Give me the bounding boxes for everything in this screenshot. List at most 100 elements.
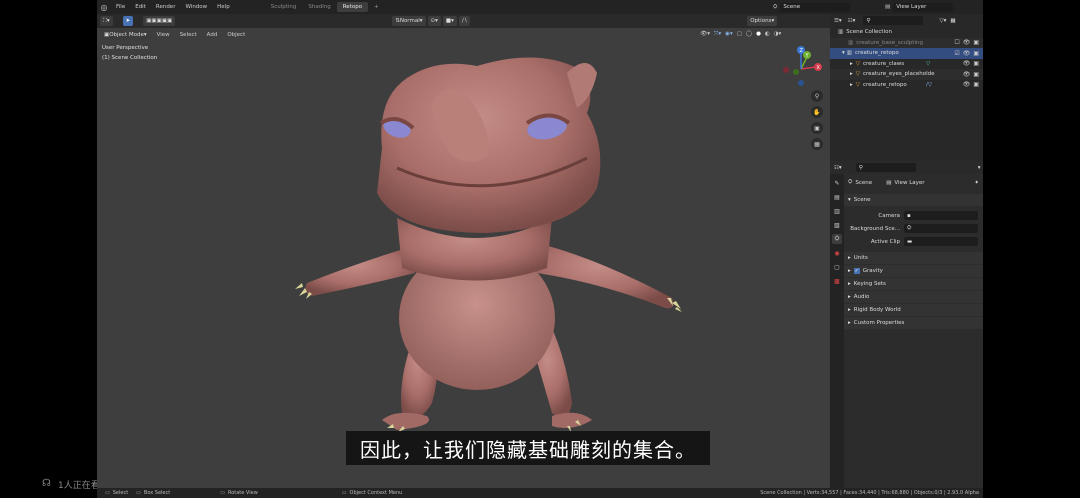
select-tool-icon[interactable]: ➤ xyxy=(122,16,134,26)
scene-selector[interactable]: ⛭ Scene xyxy=(773,2,881,12)
3d-viewport[interactable]: User Perspective (1) Scene Collection X … xyxy=(97,28,830,488)
pivot-dropdown[interactable]: ⊙▾ xyxy=(427,16,441,26)
eye-icon[interactable]: 👁 xyxy=(963,50,971,57)
menu-help[interactable]: Help xyxy=(217,4,230,10)
properties-type-icon[interactable]: ☷▾ xyxy=(834,165,842,171)
snap-toggle[interactable]: ■▾ xyxy=(442,16,457,26)
funnel-icon[interactable]: ▽▾ xyxy=(939,18,946,24)
proportional-edit-toggle[interactable]: ∕∖ xyxy=(458,16,471,26)
exclude-checkbox-icon[interactable]: ☐ xyxy=(954,39,959,46)
custom-properties-panel[interactable]: ▸ Custom Properties xyxy=(844,317,983,329)
outliner-item-label: creature_base_sculpting xyxy=(856,39,923,46)
outliner-item[interactable]: ▥ creature_base_sculpting ☐ 👁 ▣ xyxy=(830,37,983,48)
exclude-checkbox-icon[interactable]: ☑ xyxy=(954,50,959,57)
visibility-icon[interactable]: 👁▾ xyxy=(700,31,710,38)
chevron-down-icon[interactable]: ▾ xyxy=(978,165,981,171)
editor-type-icon[interactable]: ⛶▾ xyxy=(100,16,113,26)
visibility-controls: 👁 ▣ xyxy=(963,81,979,88)
rigid-body-world-panel[interactable]: ▸ Rigid Body World xyxy=(844,304,983,316)
audio-panel[interactable]: ▸ Audio xyxy=(844,291,983,303)
pan-hand-icon[interactable]: ✋ xyxy=(811,106,823,118)
gravity-panel[interactable]: ▸ ✓ Gravity xyxy=(844,265,983,277)
shading-wireframe-icon[interactable]: ◯ xyxy=(746,31,752,38)
menu-select[interactable]: Select xyxy=(180,32,197,38)
expand-icon[interactable]: ▸ xyxy=(850,71,853,77)
navigation-gizmo[interactable]: X Y Z xyxy=(780,45,822,90)
zoom-icon[interactable]: ⚲ xyxy=(811,90,823,102)
options-dropdown[interactable]: Options ▾ xyxy=(747,16,778,26)
gizmo-toggle-icon[interactable]: ⤧▾ xyxy=(714,31,721,38)
menu-window[interactable]: Window xyxy=(185,4,207,10)
shading-solid-icon[interactable]: ● xyxy=(756,31,761,38)
outliner-item[interactable]: ▸ ▽ creature_claws ▽ 👁 ▣ xyxy=(830,59,983,70)
camera-field[interactable]: ▪ xyxy=(904,211,978,220)
active-clip-field[interactable]: ▬ xyxy=(904,237,978,246)
camera-icon[interactable]: ▣ xyxy=(973,39,979,46)
camera-icon[interactable]: ▣ xyxy=(973,81,979,88)
blender-logo-icon[interactable]: ◎ xyxy=(97,0,111,14)
render-tab-icon[interactable]: ▤ xyxy=(832,192,842,202)
view-layer-selector[interactable]: ▤ View Layer xyxy=(885,2,981,12)
outliner-root-label: Scene Collection xyxy=(846,29,892,36)
menu-render[interactable]: Render xyxy=(156,4,176,10)
output-tab-icon[interactable]: ▥ xyxy=(832,206,842,216)
selection-mode-buttons[interactable]: ▣▣▣▣▣ xyxy=(143,16,176,26)
units-panel[interactable]: ▸ Units xyxy=(844,252,983,264)
add-workspace-button[interactable]: + xyxy=(368,2,385,12)
texture-tab-icon[interactable]: ▩ xyxy=(832,276,842,286)
ortho-grid-icon[interactable]: ▦ xyxy=(811,138,823,150)
background-scene-field[interactable]: ⛭ xyxy=(904,224,978,233)
scene-tab-icon[interactable]: ⛭ xyxy=(832,234,842,244)
gravity-checkbox[interactable]: ✓ xyxy=(853,268,860,274)
outliner-item[interactable]: ▸ ▽ creature_eyes_placeholde 👁 ▣ xyxy=(830,69,983,80)
tool-tab-icon[interactable]: ✎ xyxy=(832,178,842,188)
outliner-type-icon[interactable]: ☰▾ xyxy=(834,18,842,24)
keying-sets-panel[interactable]: ▸ Keying Sets xyxy=(844,278,983,290)
collection-tab-icon[interactable]: ▢ xyxy=(832,262,842,272)
camera-view-icon[interactable]: ▣ xyxy=(811,122,823,134)
scene-section-header[interactable]: ▾ Scene xyxy=(844,194,983,206)
eye-icon[interactable]: 👁 xyxy=(963,71,971,78)
scene-field[interactable]: Scene xyxy=(780,2,851,12)
camera-icon[interactable]: ▣ xyxy=(973,60,979,67)
expand-icon[interactable]: ▾ xyxy=(842,50,845,56)
outliner-root[interactable]: ▥ Scene Collection xyxy=(830,27,983,38)
expand-icon[interactable]: ▸ xyxy=(850,82,853,88)
new-collection-icon[interactable]: ▦ xyxy=(950,18,955,24)
filter-icon[interactable]: ☷▾ xyxy=(848,18,856,24)
menu-object[interactable]: Object xyxy=(227,32,245,38)
world-tab-icon[interactable]: ◉ xyxy=(832,248,842,258)
mouse-right-icon: ▭ xyxy=(341,490,347,496)
eye-icon[interactable]: 👁 xyxy=(963,81,971,88)
outliner-item[interactable]: ▾ ▥ creature_retopo ☑ 👁 ▣ xyxy=(830,48,983,59)
menu-file[interactable]: File xyxy=(116,4,125,10)
view-layer-field[interactable]: View Layer xyxy=(893,2,954,12)
orientation-dropdown[interactable]: ⇅ Normal ▾ xyxy=(392,16,426,26)
camera-icon[interactable]: ▣ xyxy=(973,71,979,78)
outliner-search-input[interactable]: ⚲ xyxy=(863,16,924,25)
eye-icon[interactable]: 👁 xyxy=(963,39,971,46)
orientation-value: Normal xyxy=(399,18,420,24)
mouse-middle-icon: ▭ xyxy=(220,490,225,496)
z-axis-label: Z xyxy=(800,48,804,54)
outliner-item-label: creature_claws xyxy=(863,60,905,67)
eye-icon[interactable]: 👁 xyxy=(963,60,971,67)
menu-add[interactable]: Add xyxy=(207,32,218,38)
tab-retopo[interactable]: Retopo xyxy=(336,2,369,12)
overlay-toggle-icon[interactable]: ◉▾ xyxy=(725,31,733,38)
xray-toggle-icon[interactable]: ▢ xyxy=(737,31,742,38)
properties-search-input[interactable]: ⚲ xyxy=(855,163,916,172)
viewers-count: 1人正在看 xyxy=(58,481,100,491)
shading-rendered-icon[interactable]: ◑▾ xyxy=(774,31,782,38)
tab-sculpting[interactable]: Sculpting xyxy=(265,2,303,12)
pin-icon[interactable]: ✦ xyxy=(974,180,979,186)
tab-shading[interactable]: Shading xyxy=(302,2,336,12)
outliner-item[interactable]: ▸ ▽ creature_retopo ∕▽ 👁 ▣ xyxy=(830,80,983,91)
shading-material-icon[interactable]: ◐ xyxy=(765,31,770,38)
mode-dropdown[interactable]: ▣ Object Mode ▾ xyxy=(101,29,150,40)
camera-icon[interactable]: ▣ xyxy=(973,50,979,57)
menu-view[interactable]: View xyxy=(157,32,170,38)
menu-edit[interactable]: Edit xyxy=(135,4,146,10)
view-layer-tab-icon[interactable]: ▧ xyxy=(832,220,842,230)
expand-icon[interactable]: ▸ xyxy=(850,61,853,67)
